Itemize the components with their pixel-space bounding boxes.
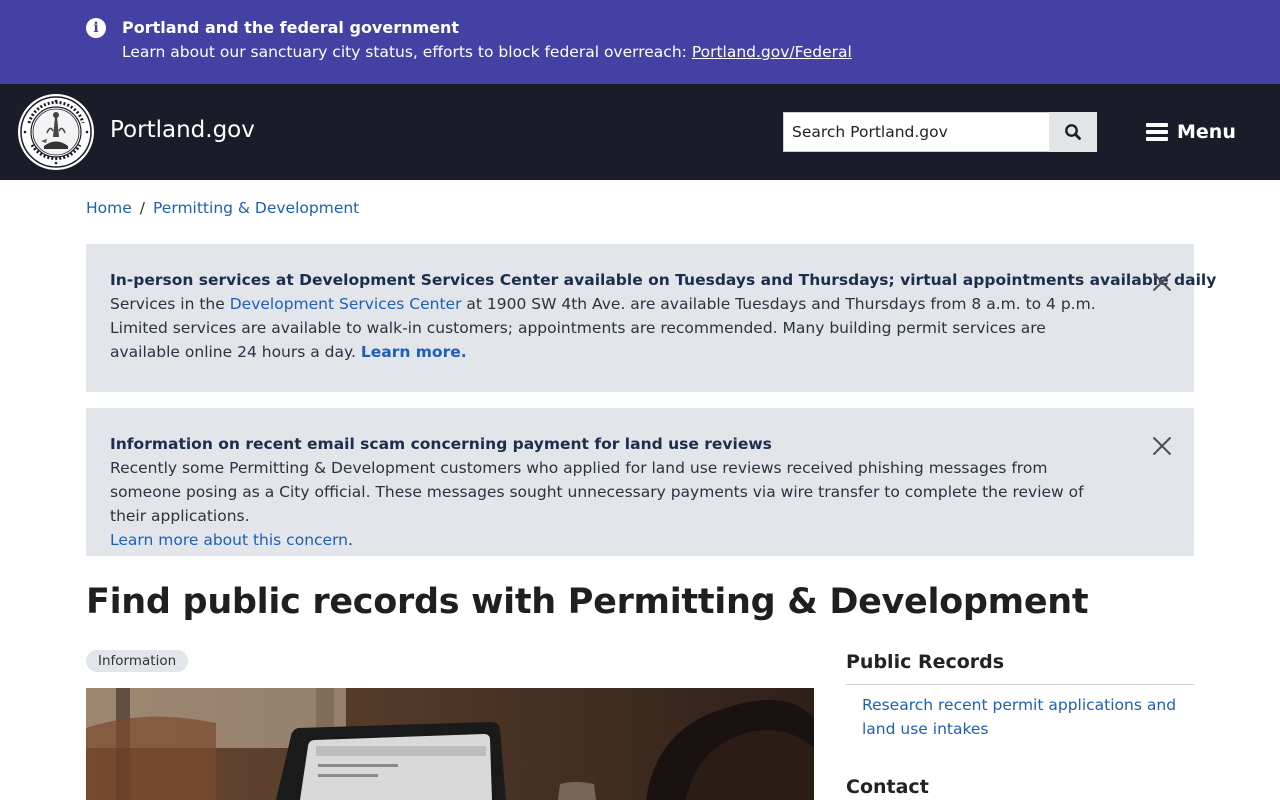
sidebar-divider <box>846 684 1194 685</box>
alert-body: Recently some Permitting & Development c… <box>110 456 1110 552</box>
content-type-badge: Information <box>86 650 189 672</box>
alert-body-text: Services in the <box>110 295 230 313</box>
alert-dsc-hours: In-person services at Development Servic… <box>86 244 1216 392</box>
alert-title: In-person services at Development Servic… <box>110 271 1217 289</box>
site-name-link[interactable]: Portland.gov <box>110 114 255 146</box>
search-button[interactable] <box>1049 112 1097 152</box>
alert-body-text: . <box>348 531 353 549</box>
search-input[interactable] <box>783 112 1050 152</box>
breadcrumb-permitting[interactable]: Permitting & Development <box>153 199 359 217</box>
banner-text: Learn about our sanctuary city status, e… <box>122 41 852 63</box>
city-seal-icon[interactable] <box>17 93 95 171</box>
sidebar-public-records-heading: Public Records <box>846 651 1005 673</box>
breadcrumb-home[interactable]: Home <box>86 199 132 217</box>
alert-scam-learn-more-link[interactable]: Learn more about this concern <box>110 531 348 549</box>
close-alert-button[interactable] <box>1152 436 1172 456</box>
banner-federal-link[interactable]: Portland.gov/Federal <box>692 43 852 61</box>
search-icon <box>1065 124 1081 140</box>
banner-title: Portland and the federal government <box>122 18 460 37</box>
federal-banner: i Portland and the federal government Le… <box>0 0 1280 84</box>
sidebar-contact-heading: Contact <box>846 776 929 798</box>
alert-body-text: Recently some Permitting & Development c… <box>110 459 1084 525</box>
hamburger-icon <box>1146 123 1168 141</box>
alert-dsc-link[interactable]: Development Services Center <box>230 295 462 313</box>
site-header: Portland.gov Menu <box>0 84 1280 180</box>
alert-title: Information on recent email scam concern… <box>110 435 772 453</box>
breadcrumb: Home / Permitting & Development <box>86 197 359 219</box>
banner-text-body: Learn about our sanctuary city status, e… <box>122 43 692 61</box>
info-icon: i <box>86 18 106 38</box>
hero-image <box>86 688 814 800</box>
breadcrumb-separator: / <box>139 199 146 217</box>
sidebar-research-permits-link[interactable]: Research recent permit applications and … <box>862 693 1182 741</box>
alert-email-scam: Information on recent email scam concern… <box>86 408 1194 556</box>
menu-label: Menu <box>1177 121 1236 143</box>
alert-learn-more-link[interactable]: Learn more. <box>361 343 467 361</box>
alert-body: Services in the Development Services Cen… <box>110 292 1110 364</box>
page-title: Find public records with Permitting & De… <box>86 582 1089 622</box>
close-alert-button[interactable] <box>1152 272 1172 292</box>
